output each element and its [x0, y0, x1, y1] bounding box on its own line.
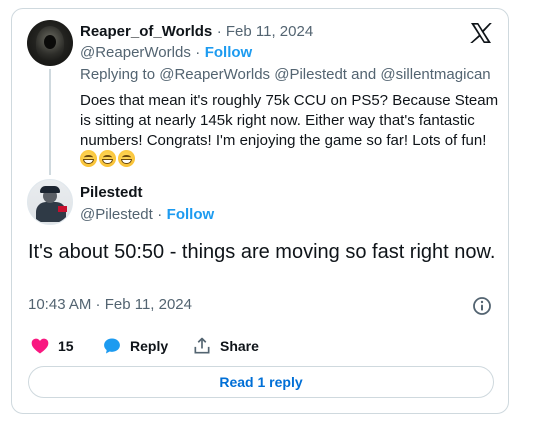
- main-handle-row: @Pilestedt · Follow: [80, 206, 214, 224]
- avatar-body: [36, 202, 66, 222]
- parent-handle[interactable]: @ReaperWorlds: [80, 44, 191, 61]
- replying-and: and: [351, 66, 377, 83]
- heart-icon: [31, 338, 49, 354]
- main-handle[interactable]: @Pilestedt: [80, 206, 153, 223]
- read-replies-button[interactable]: Read 1 reply: [28, 366, 494, 398]
- avatar-flag: [58, 206, 67, 212]
- share-action[interactable]: Share: [192, 336, 259, 356]
- main-display-name[interactable]: Pilestedt: [80, 184, 143, 201]
- mention-pilestedt[interactable]: @Pilestedt: [274, 66, 347, 83]
- mention-sillentmagican[interactable]: @sillentmagican: [380, 66, 490, 83]
- share-icon: [194, 337, 210, 354]
- main-tweet-text: It's about 50:50 - things are moving so …: [28, 241, 496, 263]
- parent-display-name[interactable]: Reaper_of_Worlds: [80, 23, 212, 40]
- mention-reaperworlds[interactable]: @ReaperWorlds: [159, 66, 270, 83]
- grinning-face-emoji-icon: [80, 150, 97, 167]
- tweet-embed-card: Reaper_of_Worlds · Feb 11, 2024 @ReaperW…: [11, 8, 509, 414]
- parent-emoji-row: [80, 150, 135, 167]
- parent-author-row: Reaper_of_Worlds · Feb 11, 2024: [80, 23, 313, 41]
- replying-to-line: Replying to @ReaperWorlds @Pilestedt and…: [80, 66, 491, 83]
- main-author-row: Pilestedt: [80, 184, 143, 202]
- x-logo-icon[interactable]: [469, 21, 493, 45]
- main-tweet-timestamp[interactable]: 10:43 AM · Feb 11, 2024: [28, 296, 192, 313]
- speech-bubble-icon: [104, 338, 120, 354]
- reply-action[interactable]: Reply: [102, 336, 168, 356]
- separator-dot: ·: [157, 206, 163, 223]
- share-label: Share: [220, 338, 259, 354]
- parent-tweet-text: Does that mean it's roughly 75k CCU on P…: [80, 92, 499, 149]
- parent-follow-link[interactable]: Follow: [205, 44, 253, 61]
- parent-handle-row: @ReaperWorlds · Follow: [80, 44, 252, 62]
- separator-dot: ·: [195, 44, 201, 61]
- thread-connector-line: [49, 69, 51, 175]
- grinning-face-emoji-icon: [99, 150, 116, 167]
- info-icon[interactable]: [472, 296, 492, 316]
- avatar-face-shadow: [44, 35, 56, 49]
- like-action[interactable]: 15: [30, 336, 74, 356]
- replying-prefix: Replying to: [80, 66, 156, 83]
- main-follow-link[interactable]: Follow: [167, 206, 215, 223]
- avatar-pilestedt[interactable]: [27, 179, 73, 225]
- avatar-reaper-of-worlds[interactable]: [27, 20, 73, 66]
- like-count: 15: [58, 338, 74, 354]
- reply-label: Reply: [130, 338, 169, 354]
- grinning-face-emoji-icon: [118, 150, 135, 167]
- parent-date[interactable]: · Feb 11, 2024: [217, 23, 313, 40]
- avatar-cap: [40, 186, 60, 193]
